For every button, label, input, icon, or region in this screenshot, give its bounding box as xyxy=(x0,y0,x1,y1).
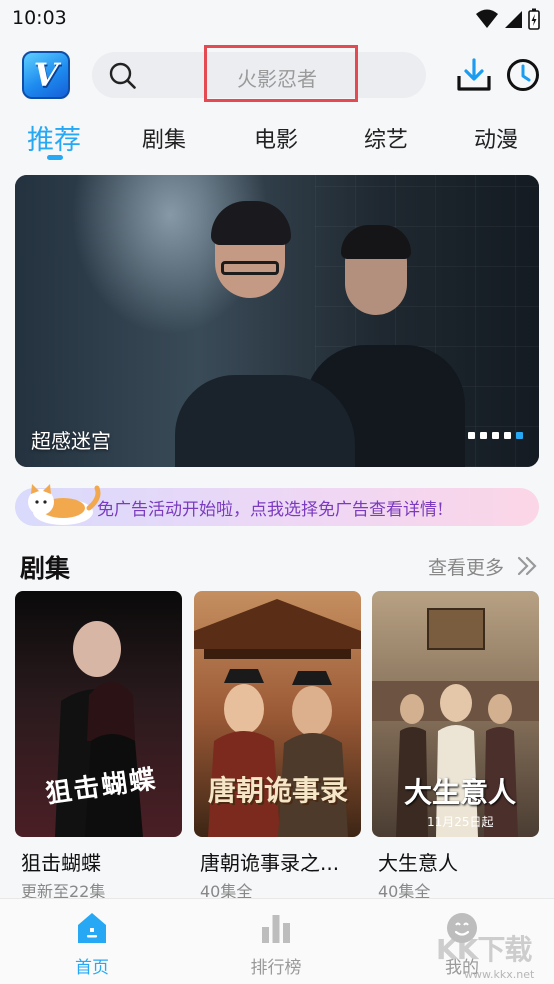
nav-ranking-label: 排行榜 xyxy=(250,958,302,978)
see-more-link[interactable]: 查看更多 xyxy=(428,553,504,580)
history-icon[interactable] xyxy=(506,58,540,92)
pagination-dot[interactable] xyxy=(504,432,511,439)
banner-caption: 超感迷宫 xyxy=(31,429,111,453)
download-icon[interactable] xyxy=(456,58,492,92)
tab-movies[interactable]: 电影 xyxy=(254,122,298,154)
watermark-url: www.kkx.net xyxy=(464,968,535,981)
status-icons xyxy=(476,8,540,30)
series-card[interactable]: 唐朝诡事录 唐朝诡事录之... 40集全 xyxy=(194,591,361,901)
series-poster[interactable]: 狙击蝴蝶 xyxy=(15,591,182,837)
poster-title-text: 唐朝诡事录 xyxy=(208,774,349,807)
featured-banner[interactable]: 超感迷宫 xyxy=(15,175,539,467)
battery-icon xyxy=(528,8,540,30)
tab-variety[interactable]: 综艺 xyxy=(364,122,408,154)
card-title: 大生意人 xyxy=(378,851,458,875)
pagination-dot-active[interactable] xyxy=(516,432,523,439)
section-title: 剧集 xyxy=(20,554,71,583)
poster-date-text: 11月25日起 xyxy=(427,815,494,829)
search-bar[interactable]: 火影忍者 xyxy=(92,45,426,102)
series-poster[interactable]: 唐朝诡事录 xyxy=(194,591,361,837)
ranking-icon xyxy=(262,915,290,943)
search-icon xyxy=(109,62,136,89)
series-poster[interactable]: 大生意人 11月25日起 xyxy=(372,591,539,837)
poster-title-text: 大生意人 xyxy=(404,776,517,809)
series-card[interactable]: 大生意人 11月25日起 大生意人 40集全 xyxy=(372,591,539,901)
nav-home-label: 首页 xyxy=(75,958,109,978)
app-logo[interactable]: V xyxy=(22,51,70,99)
pagination-dot[interactable] xyxy=(480,432,487,439)
tab-anime[interactable]: 动漫 xyxy=(474,122,518,154)
ad-promo-text: 免广告活动开始啦，点我选择免广告查看详情! xyxy=(97,500,444,520)
top-header: V 火影忍者 xyxy=(0,38,554,110)
pagination-dot[interactable] xyxy=(468,432,475,439)
card-title: 狙击蝴蝶 xyxy=(21,851,101,875)
cat-icon xyxy=(28,484,101,525)
status-time: 10:03 xyxy=(12,7,67,29)
status-bar: 10:03 xyxy=(0,0,554,38)
card-title: 唐朝诡事录之... xyxy=(200,851,340,875)
nav-ranking[interactable]: 排行榜 xyxy=(236,911,316,978)
signal-icon xyxy=(505,11,522,28)
watermark-logo: KK下载 xyxy=(436,933,532,966)
home-icon xyxy=(78,913,106,943)
wifi-icon xyxy=(476,9,498,28)
double-chevron-right-icon[interactable] xyxy=(516,556,538,576)
pagination-dot[interactable] xyxy=(492,432,499,439)
series-card[interactable]: 狙击蝴蝶 狙击蝴蝶 更新至22集 xyxy=(15,591,182,901)
tab-series[interactable]: 剧集 xyxy=(142,122,186,154)
nav-home[interactable]: 首页 xyxy=(52,911,132,978)
banner-pagination xyxy=(468,432,523,439)
ad-free-promo-banner[interactable]: 免广告活动开始啦，点我选择免广告查看详情! xyxy=(15,484,539,526)
tab-indicator xyxy=(47,155,63,160)
tab-recommend[interactable]: 推荐 xyxy=(27,118,81,157)
app-logo-letter: V xyxy=(33,56,59,94)
search-placeholder: 火影忍者 xyxy=(237,67,317,91)
category-tabs: 推荐 剧集 电影 综艺 动漫 xyxy=(0,110,554,166)
